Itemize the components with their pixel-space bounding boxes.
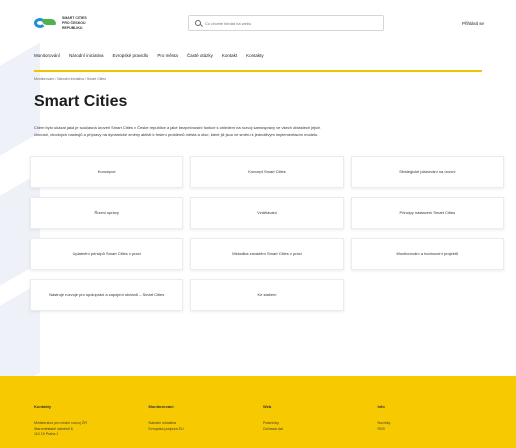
topic-grid: Koncepce Koncept Smart Cities Strategick…: [30, 156, 504, 311]
search-input[interactable]: [205, 20, 375, 26]
footer-link[interactable]: 110 15 Praha 1: [34, 432, 139, 438]
logo-mark-icon: [34, 17, 56, 29]
footer-link[interactable]: RSS: [378, 427, 483, 433]
site-footer: Kontakty Ministerstvo pro místní rozvoj …: [0, 376, 516, 448]
topic-card[interactable]: Principy nastavení Smart Cities: [350, 197, 504, 229]
topic-card[interactable]: Uplatnění principů Smart Cities v praxi: [30, 238, 184, 270]
topic-card[interactable]: Koncepce: [30, 156, 184, 188]
search-box[interactable]: [188, 15, 384, 31]
topic-card[interactable]: Nástroje rozvoje pro spolupráci a zapoje…: [30, 279, 184, 311]
logo-line: SMART CITIES: [62, 16, 87, 20]
footer-column-title: Web: [263, 404, 272, 409]
footer-column: Kontakty Ministerstvo pro místní rozvoj …: [34, 404, 139, 448]
nav-item[interactable]: Časté otázky: [187, 53, 213, 58]
footer-link[interactable]: Ochrana dat: [263, 427, 368, 433]
topic-card[interactable]: Vzdělávání: [190, 197, 344, 229]
footer-column: Monitorování Národní iniciativa Evropská…: [149, 404, 254, 448]
intro-text: Cílem bylo ukázat jaká je současná úrove…: [34, 125, 321, 137]
main-nav: Monitorování Národní iniciativa Evropské…: [0, 46, 516, 64]
search-icon: [195, 20, 201, 26]
footer-column: Web Podmínky Ochrana dat: [263, 404, 368, 448]
logo-text: SMART CITIES PRO ČESKOU REPUBLIKU: [62, 16, 87, 30]
page-title: Smart Cities: [34, 93, 128, 110]
topic-card[interactable]: Ke stažení: [190, 279, 344, 311]
footer-column: Info Novinky RSS: [378, 404, 483, 448]
nav-item[interactable]: Monitorování: [34, 53, 60, 58]
footer-column-title: Monitorování: [148, 404, 174, 409]
topic-card[interactable]: Strategické plánování na úrovni: [350, 156, 504, 188]
footer-column-title: Kontakty: [34, 404, 52, 409]
site-logo[interactable]: SMART CITIES PRO ČESKOU REPUBLIKU: [34, 16, 154, 30]
logo-line: REPUBLIKU: [62, 26, 83, 30]
footer-link[interactable]: Evropská podpora EU: [149, 427, 254, 433]
footer-column-title: Info: [377, 404, 385, 409]
topic-card[interactable]: Koncept Smart Cities: [190, 156, 344, 188]
topic-card[interactable]: Řízení správy: [30, 197, 184, 229]
nav-item[interactable]: Kontakt: [222, 53, 237, 58]
topic-card[interactable]: Monitorování a hodnocení projektů: [350, 238, 504, 270]
page: SMART CITIES PRO ČESKOU REPUBLIKU Přihlá…: [0, 0, 516, 448]
nav-item[interactable]: Kontakty: [246, 53, 264, 58]
breadcrumb[interactable]: Monitorování / Národní iniciativa / Smar…: [0, 72, 516, 81]
nav-item[interactable]: Evropské pravidlo: [113, 53, 149, 58]
topic-card[interactable]: Metodika zavádění Smart Cities v praxi: [190, 238, 344, 270]
logo-line: PRO ČESKOU: [62, 21, 86, 25]
nav-item[interactable]: Pro města: [157, 53, 178, 58]
login-link[interactable]: Přihlásit se: [462, 21, 484, 26]
nav-item[interactable]: Národní iniciativa: [69, 53, 104, 58]
site-header: SMART CITIES PRO ČESKOU REPUBLIKU Přihlá…: [0, 0, 516, 46]
